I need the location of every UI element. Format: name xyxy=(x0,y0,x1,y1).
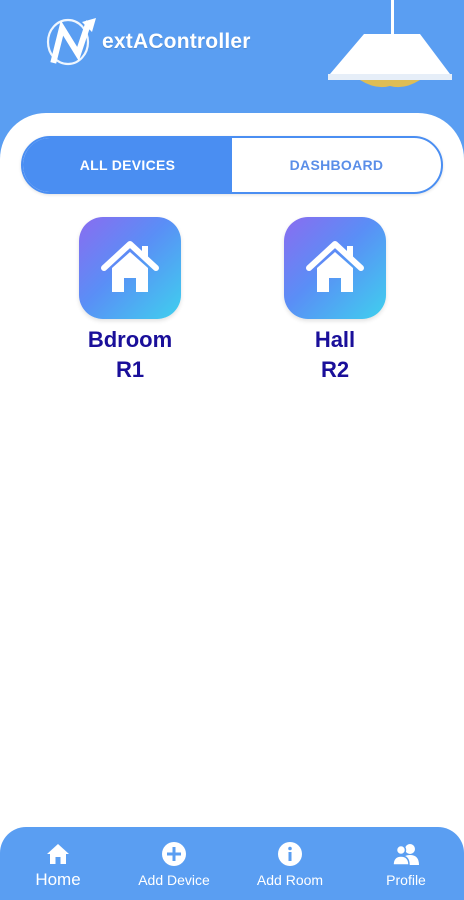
app-logo-text: extAController xyxy=(102,30,251,53)
tab-dashboard[interactable]: DASHBOARD xyxy=(232,138,441,192)
app-screen: extAController ALL DEVICES DASHBOARD Bdr… xyxy=(0,0,464,900)
logo-n-arrow-icon xyxy=(46,18,96,66)
device-room: R1 xyxy=(115,357,145,382)
device-name: Hall xyxy=(314,327,356,352)
nav-label: Profile xyxy=(386,872,426,888)
house-icon xyxy=(101,241,159,292)
device-name: Bdroom xyxy=(87,327,173,352)
bottom-navigation: Home Add Device Add Room Profile xyxy=(0,827,464,900)
device-card-hall[interactable]: Hall R2 xyxy=(265,217,405,385)
app-logo: extAController xyxy=(44,14,251,68)
ceiling-lamp-icon xyxy=(328,0,452,88)
nav-label: Add Device xyxy=(138,872,210,888)
house-icon xyxy=(306,241,364,292)
info-circle-icon xyxy=(278,842,302,866)
tab-all-devices[interactable]: ALL DEVICES xyxy=(23,138,232,192)
nav-label: Home xyxy=(35,870,81,889)
home-icon xyxy=(47,844,69,864)
device-tile[interactable] xyxy=(284,217,386,319)
nav-add-device[interactable]: Add Device xyxy=(116,827,232,900)
nav-profile[interactable]: Profile xyxy=(348,827,464,900)
plus-circle-icon xyxy=(162,842,186,866)
device-room: R2 xyxy=(320,357,350,382)
nav-add-room[interactable]: Add Room xyxy=(232,827,348,900)
nav-label: Add Room xyxy=(256,872,324,888)
users-icon xyxy=(392,844,419,866)
view-tabs: ALL DEVICES DASHBOARD xyxy=(21,136,443,194)
device-tile[interactable] xyxy=(79,217,181,319)
device-card-bdroom[interactable]: Bdroom R1 xyxy=(60,217,200,385)
nav-home[interactable]: Home xyxy=(0,827,116,900)
